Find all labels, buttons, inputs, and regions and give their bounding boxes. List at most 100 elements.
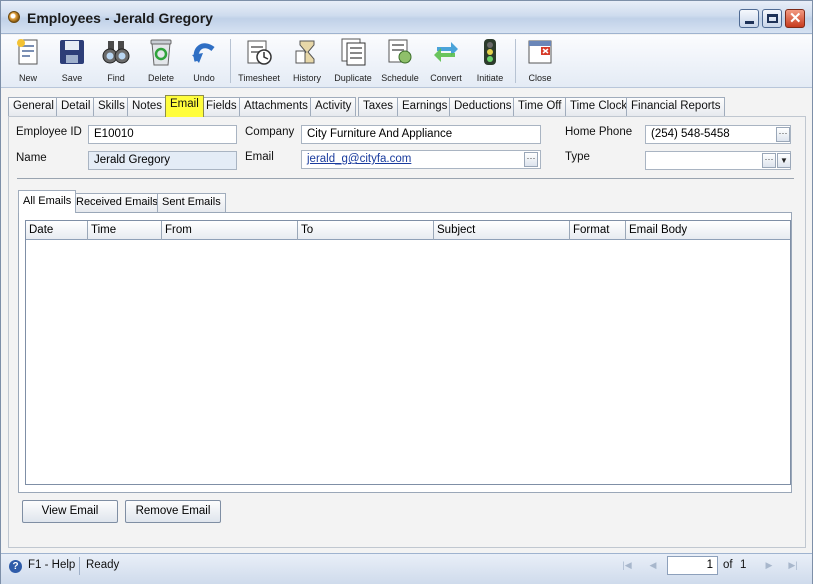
column-header-format[interactable]: Format <box>570 221 626 240</box>
tab-skills[interactable]: Skills <box>93 97 130 116</box>
tab-taxes[interactable]: Taxes <box>358 97 399 116</box>
tab-sent-emails[interactable]: Sent Emails <box>157 193 226 212</box>
tab-deductions[interactable]: Deductions <box>449 97 517 116</box>
find-button[interactable]: Find <box>97 35 135 87</box>
delete-button-label: Delete <box>147 73 174 83</box>
column-header-email-body[interactable]: Email Body <box>626 221 790 240</box>
tab-all-emails[interactable]: All Emails <box>18 190 77 213</box>
home-phone-field[interactable]: (254) 548-5458 <box>645 125 791 144</box>
convert-button-label: Convert <box>430 73 462 83</box>
schedule-button[interactable]: Schedule <box>379 35 421 87</box>
schedule-icon <box>388 39 412 64</box>
column-header-to[interactable]: To <box>298 221 434 240</box>
initiate-button-label: Initiate <box>476 73 504 83</box>
company-label: Company <box>245 126 295 138</box>
status-text: Ready <box>86 559 120 571</box>
toolbar: New Save Find Delete Undo Timesheet Hist… <box>1 35 812 88</box>
tab-time-clock[interactable]: Time Clock <box>565 97 633 116</box>
new-document-icon <box>17 39 38 65</box>
maximize-button[interactable] <box>762 9 782 28</box>
tab-received-emails[interactable]: Received Emails <box>71 193 163 212</box>
column-header-subject[interactable]: Subject <box>434 221 570 240</box>
close-window-icon <box>528 40 552 64</box>
close-button-label: Close <box>528 73 552 83</box>
help-text[interactable]: F1 - Help <box>28 559 75 571</box>
emails-grid[interactable]: Date Time From To Subject Format Email B… <box>25 220 791 485</box>
undo-button-label: Undo <box>193 73 215 83</box>
tab-attachments[interactable]: Attachments <box>239 97 313 116</box>
status-bar: ? F1 - Help Ready |◀ ◀ 1 of 1 ▶ ▶| <box>1 553 812 584</box>
window-title: Employees - Jerald Gregory <box>27 10 213 26</box>
tab-general[interactable]: General <box>8 97 59 116</box>
tab-earnings[interactable]: Earnings <box>397 97 453 116</box>
name-label: Name <box>16 152 47 164</box>
type-ellipsis-button[interactable]: ··· <box>762 153 776 168</box>
new-button[interactable]: New <box>9 35 47 87</box>
divider <box>17 178 794 179</box>
duplicate-button-label: Duplicate <box>334 73 372 83</box>
app-icon <box>8 11 20 23</box>
tab-financial-reports[interactable]: Financial Reports <box>626 97 726 116</box>
employee-id-field[interactable]: E10010 <box>88 125 237 144</box>
help-icon[interactable]: ? <box>9 560 22 573</box>
title-bar: Employees - Jerald Gregory ✕ <box>1 1 812 34</box>
toolbar-separator <box>230 39 231 83</box>
first-page-icon[interactable]: |◀ <box>621 558 633 572</box>
email-link[interactable]: jerald_g@cityfa.com <box>307 153 411 165</box>
email-tab-panel: Employee ID E10010 Company City Furnitur… <box>8 116 806 548</box>
name-field[interactable]: Jerald Gregory <box>88 151 237 170</box>
tab-email[interactable]: Email <box>165 95 204 117</box>
type-label: Type <box>565 151 590 163</box>
last-page-icon[interactable]: ▶| <box>787 558 799 572</box>
email-label: Email <box>245 151 274 163</box>
home-phone-ellipsis-button[interactable]: ··· <box>776 127 790 142</box>
status-separator <box>79 557 80 575</box>
delete-button[interactable]: Delete <box>141 35 181 87</box>
remove-email-button[interactable]: Remove Email <box>125 500 221 523</box>
tab-detail[interactable]: Detail <box>56 97 96 116</box>
column-header-time[interactable]: Time <box>88 221 162 240</box>
close-window-button[interactable]: ✕ <box>785 9 805 28</box>
history-button-label: History <box>292 73 321 83</box>
timesheet-button[interactable]: Timesheet <box>235 35 283 87</box>
history-icon <box>295 40 315 64</box>
duplicate-pages-icon <box>341 38 366 66</box>
minimize-icon <box>745 21 754 24</box>
undo-button[interactable]: Undo <box>185 35 223 87</box>
emails-grid-frame: Date Time From To Subject Format Email B… <box>18 212 792 493</box>
page-number-input[interactable]: 1 <box>667 556 718 575</box>
close-button[interactable]: Close <box>521 35 559 87</box>
previous-page-icon[interactable]: ◀ <box>647 558 659 572</box>
new-button-label: New <box>18 73 37 83</box>
email-field[interactable]: jerald_g@cityfa.com <box>301 150 541 169</box>
timesheet-clock-icon <box>247 40 272 65</box>
schedule-button-label: Schedule <box>381 73 419 83</box>
minimize-button[interactable] <box>739 9 759 28</box>
tab-notes[interactable]: Notes <box>127 97 168 116</box>
duplicate-button[interactable]: Duplicate <box>331 35 375 87</box>
recycle-bin-icon <box>150 39 172 66</box>
toolbar-separator <box>515 39 516 83</box>
home-phone-label: Home Phone <box>565 126 633 138</box>
grid-header: Date Time From To Subject Format Email B… <box>26 221 790 240</box>
convert-arrows-icon <box>434 42 458 62</box>
company-field[interactable]: City Furniture And Appliance <box>301 125 541 144</box>
email-ellipsis-button[interactable]: ··· <box>524 152 538 167</box>
tab-time-off[interactable]: Time Off <box>513 97 567 116</box>
employee-id-label: Employee ID <box>16 126 82 138</box>
next-page-icon[interactable]: ▶ <box>763 558 775 572</box>
tab-activity[interactable]: Activity <box>310 97 357 116</box>
view-email-button[interactable]: View Email <box>22 500 118 523</box>
tab-fields[interactable]: Fields <box>201 97 242 116</box>
save-button[interactable]: Save <box>53 35 91 87</box>
type-dropdown-button[interactable]: ▼ <box>777 153 791 168</box>
employees-window: Employees - Jerald Gregory ✕ New Save Fi… <box>0 0 813 584</box>
of-label: of <box>723 559 733 571</box>
convert-button[interactable]: Convert <box>425 35 467 87</box>
history-button[interactable]: History <box>287 35 327 87</box>
floppy-disk-icon <box>60 40 84 64</box>
column-header-date[interactable]: Date <box>26 221 88 240</box>
initiate-button[interactable]: Initiate <box>471 35 509 87</box>
maximize-icon <box>767 14 778 23</box>
column-header-from[interactable]: From <box>162 221 298 240</box>
